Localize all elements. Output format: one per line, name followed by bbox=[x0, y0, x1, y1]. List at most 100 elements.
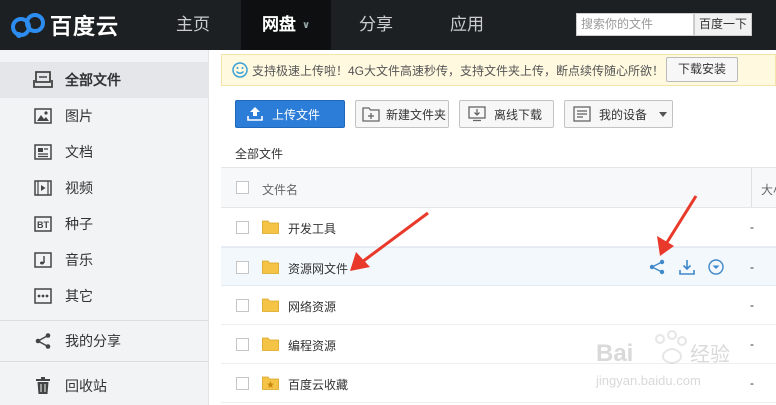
notice-text: 支持极速上传啦！4G大文件高速秒传，支持文件夹上传，断点续传随心所欲！ bbox=[252, 63, 665, 78]
sidebar-item-videos[interactable]: 视频 bbox=[0, 170, 209, 206]
share-icon bbox=[33, 332, 53, 350]
baidu-cloud-logo[interactable]: 百度云 bbox=[8, 8, 119, 42]
svg-text:jingyan.baidu.com: jingyan.baidu.com bbox=[595, 373, 701, 388]
sidebar-item-label: 音乐 bbox=[65, 252, 93, 268]
more-options-icon[interactable] bbox=[707, 258, 725, 276]
sidebar-item-all-files[interactable]: 全部文件 bbox=[0, 62, 209, 98]
table-row[interactable]: 网络资源 - bbox=[221, 286, 776, 325]
bt-icon-text: BT bbox=[37, 220, 49, 230]
svg-text:Bai: Bai bbox=[596, 340, 633, 367]
trash-icon bbox=[33, 377, 53, 395]
row-checkbox[interactable] bbox=[236, 338, 249, 351]
file-name[interactable]: 网络资源 bbox=[288, 298, 336, 315]
video-icon bbox=[33, 179, 53, 197]
file-table-header: 文件名 大小 bbox=[221, 167, 776, 208]
file-name[interactable]: 资源网文件 bbox=[288, 260, 348, 277]
table-row[interactable]: 开发工具 - bbox=[221, 208, 776, 247]
nav-share[interactable]: 分享 bbox=[336, 0, 416, 50]
file-name[interactable]: 开发工具 bbox=[288, 220, 336, 237]
my-devices-button[interactable]: 我的设备 bbox=[564, 100, 656, 128]
image-icon bbox=[33, 107, 53, 125]
sidebar-item-label: 全部文件 bbox=[65, 72, 121, 88]
row-checkbox[interactable] bbox=[236, 299, 249, 312]
offline-download-icon bbox=[468, 106, 486, 122]
column-header-name[interactable]: 文件名 bbox=[262, 181, 298, 198]
logo-text: 百度云 bbox=[50, 14, 120, 39]
sidebar-item-label: 视频 bbox=[65, 180, 93, 196]
column-header-size[interactable]: 大小 bbox=[761, 181, 776, 198]
share-icon[interactable] bbox=[648, 258, 666, 276]
cloud-logo-icon bbox=[11, 13, 45, 38]
caret-down-icon bbox=[659, 112, 667, 117]
download-icon[interactable] bbox=[678, 258, 696, 276]
new-folder-button[interactable]: 新建文件夹 bbox=[355, 100, 449, 128]
search-button[interactable]: 百度一下 bbox=[694, 13, 752, 36]
sidebar-item-documents[interactable]: 文档 bbox=[0, 134, 209, 170]
sidebar-item-images[interactable]: 图片 bbox=[0, 98, 209, 134]
top-nav-bar: 百度云 主页 网盘 ∨ 分享 应用 搜索你的文件 百度一下 bbox=[0, 0, 776, 50]
row-checkbox[interactable] bbox=[236, 377, 249, 390]
device-icon bbox=[573, 106, 591, 122]
devices-dropdown-toggle[interactable] bbox=[655, 100, 673, 128]
column-separator[interactable] bbox=[751, 168, 752, 207]
sidebar-divider bbox=[0, 361, 209, 362]
sidebar-item-label: 图片 bbox=[65, 108, 93, 124]
baidu-experience-watermark: Bai 经验 jingyan.baidu.com bbox=[595, 330, 730, 388]
music-icon bbox=[33, 251, 53, 269]
sidebar: 全部文件 图片 文档 视频 BT 种子 音乐 其它 我的分享 回收站 bbox=[0, 50, 209, 405]
search-placeholder: 搜索你的文件 bbox=[581, 17, 654, 31]
notice-bar: 支持极速上传啦！4G大文件高速秒传，支持文件夹上传，断点续传随心所欲！ 下载安装 bbox=[221, 54, 776, 86]
my-devices-label: 我的设备 bbox=[599, 107, 648, 122]
nav-netdisk[interactable]: 网盘 ∨ bbox=[241, 0, 331, 50]
file-size: - bbox=[750, 220, 754, 234]
file-size: - bbox=[750, 298, 754, 312]
new-folder-label: 新建文件夹 bbox=[386, 107, 447, 122]
bt-icon: BT bbox=[33, 215, 53, 233]
sidebar-item-label: 文档 bbox=[65, 144, 93, 160]
folder-icon bbox=[262, 298, 279, 312]
breadcrumb[interactable]: 全部文件 bbox=[235, 145, 283, 162]
file-size: - bbox=[750, 260, 754, 274]
nav-apps-label: 应用 bbox=[450, 15, 484, 34]
sidebar-item-label: 回收站 bbox=[65, 378, 107, 394]
all-files-icon bbox=[33, 71, 53, 89]
sidebar-item-music[interactable]: 音乐 bbox=[0, 242, 209, 278]
chevron-down-icon: ∨ bbox=[301, 20, 311, 31]
offline-download-button[interactable]: 离线下载 bbox=[459, 100, 554, 128]
sidebar-item-label: 种子 bbox=[65, 216, 93, 232]
table-row[interactable]: 资源网文件 - bbox=[221, 247, 776, 286]
search-input[interactable]: 搜索你的文件 bbox=[576, 13, 694, 36]
sidebar-divider bbox=[0, 320, 209, 321]
offline-download-label: 离线下载 bbox=[494, 107, 543, 122]
row-actions bbox=[648, 258, 728, 276]
new-folder-icon bbox=[362, 107, 380, 122]
row-checkbox[interactable] bbox=[236, 221, 249, 234]
folder-icon bbox=[262, 260, 279, 274]
nav-apps[interactable]: 应用 bbox=[427, 0, 507, 50]
smiley-icon bbox=[232, 62, 248, 78]
sidebar-item-other[interactable]: 其它 bbox=[0, 278, 209, 314]
folder-icon bbox=[262, 337, 279, 351]
sidebar-item-torrents[interactable]: BT 种子 bbox=[0, 206, 209, 242]
select-all-checkbox[interactable] bbox=[236, 181, 249, 194]
nav-home[interactable]: 主页 bbox=[154, 0, 232, 50]
sidebar-item-recycle-bin[interactable]: 回收站 bbox=[0, 368, 209, 404]
file-name[interactable]: 百度云收藏 bbox=[288, 376, 348, 393]
sidebar-item-my-shares[interactable]: 我的分享 bbox=[0, 323, 209, 359]
nav-share-label: 分享 bbox=[359, 15, 393, 34]
svg-text:经验: 经验 bbox=[690, 343, 730, 366]
row-checkbox[interactable] bbox=[236, 261, 249, 274]
other-icon bbox=[33, 287, 53, 305]
sidebar-item-label: 我的分享 bbox=[65, 333, 121, 349]
favorite-folder-icon bbox=[262, 376, 279, 390]
folder-icon bbox=[262, 220, 279, 234]
nav-home-label: 主页 bbox=[176, 15, 210, 34]
document-icon bbox=[33, 143, 53, 161]
upload-label: 上传文件 bbox=[272, 107, 321, 122]
upload-file-button[interactable]: 上传文件 bbox=[235, 100, 345, 128]
upload-icon bbox=[247, 107, 263, 121]
file-name[interactable]: 编程资源 bbox=[288, 337, 336, 354]
sidebar-item-label: 其它 bbox=[65, 288, 93, 304]
download-install-button[interactable]: 下载安装 bbox=[666, 57, 738, 82]
nav-netdisk-label: 网盘 bbox=[261, 15, 296, 34]
